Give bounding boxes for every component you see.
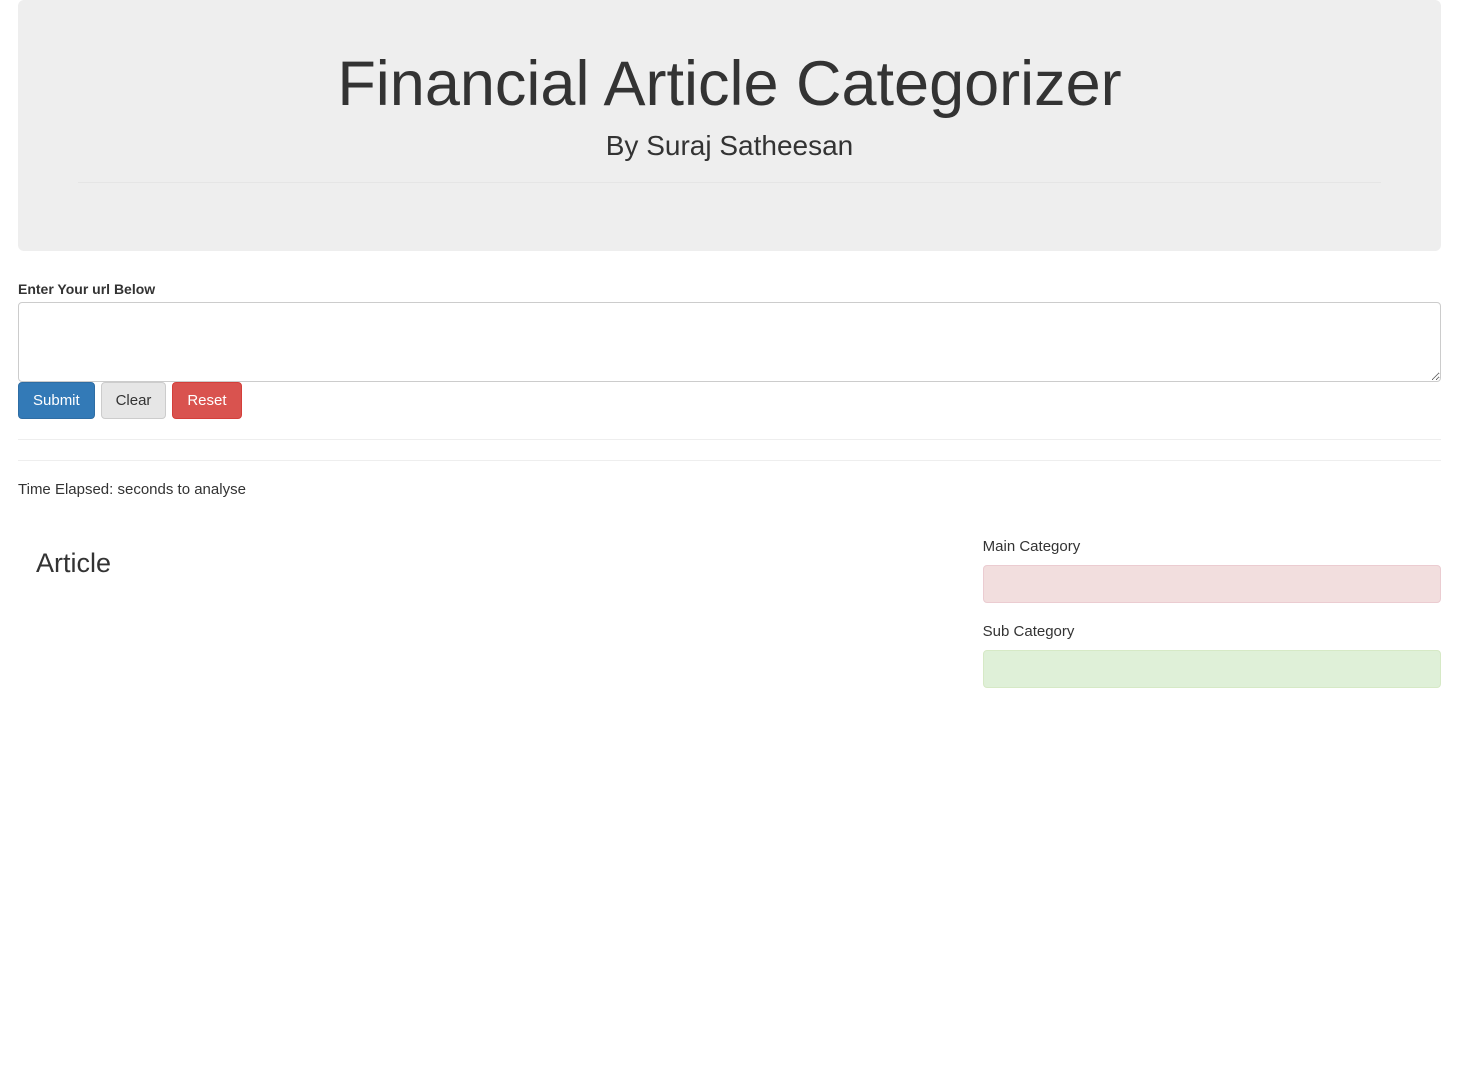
button-row: Submit Clear Reset xyxy=(18,382,1441,419)
results-row: Article Main Category Sub Category xyxy=(18,538,1441,708)
url-input-label: Enter Your url Below xyxy=(18,281,1441,297)
sub-category-label: Sub Category xyxy=(983,623,1441,640)
time-elapsed-prefix: Time Elapsed: xyxy=(18,481,118,498)
page-subtitle: By Suraj Satheesan xyxy=(78,130,1381,162)
main-category-value xyxy=(983,565,1441,603)
url-form-group: Enter Your url Below xyxy=(18,281,1441,382)
header-divider xyxy=(78,182,1381,183)
article-heading: Article xyxy=(36,548,953,579)
time-elapsed: Time Elapsed: seconds to analyse xyxy=(18,481,1441,498)
page-title: Financial Article Categorizer xyxy=(78,48,1381,120)
article-column: Article xyxy=(18,538,953,708)
sub-category-value xyxy=(983,650,1441,688)
header-jumbotron: Financial Article Categorizer By Suraj S… xyxy=(18,0,1441,251)
divider-1 xyxy=(18,439,1441,440)
reset-button[interactable]: Reset xyxy=(172,382,241,419)
time-elapsed-suffix: seconds to analyse xyxy=(118,481,246,498)
main-category-label: Main Category xyxy=(983,538,1441,555)
clear-button[interactable]: Clear xyxy=(101,382,167,419)
divider-2 xyxy=(18,460,1441,461)
url-input[interactable] xyxy=(18,302,1441,382)
category-column: Main Category Sub Category xyxy=(983,538,1441,708)
submit-button[interactable]: Submit xyxy=(18,382,95,419)
